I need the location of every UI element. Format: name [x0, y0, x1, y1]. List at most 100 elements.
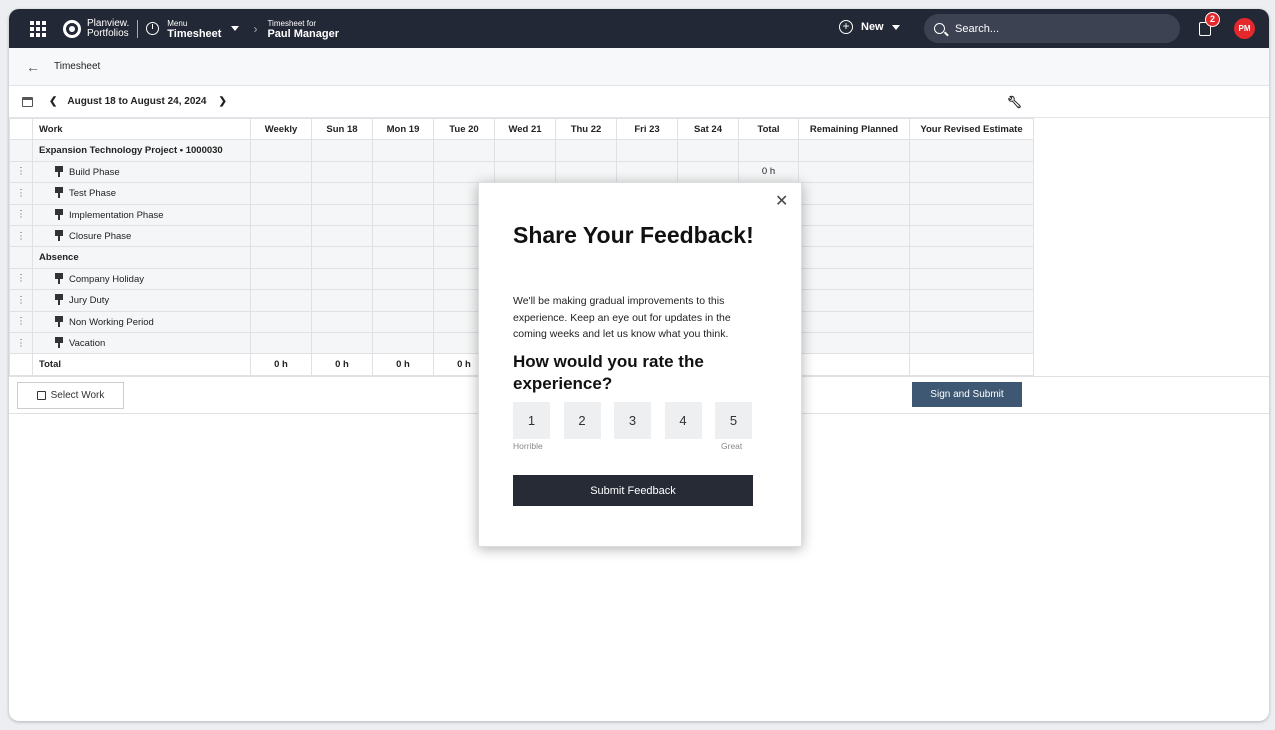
rating-button-4[interactable]: 4 [664, 402, 702, 439]
chevron-down-icon [891, 24, 900, 30]
total-cell: 0 h [311, 353, 373, 376]
time-cell[interactable] [311, 160, 373, 184]
chevron-right-icon[interactable]: ❯ [219, 96, 227, 107]
time-cell[interactable] [555, 160, 617, 184]
avatar[interactable]: PM [1234, 18, 1255, 39]
row-label: Build Phase [69, 166, 120, 178]
chevron-down-icon[interactable] [231, 26, 240, 31]
rating-low-label: Horrible [513, 441, 543, 451]
row-menu-icon[interactable]: ⋮ [9, 289, 33, 312]
submit-feedback-button[interactable]: Submit Feedback [513, 475, 753, 506]
breadcrumb-label: Timesheet for [267, 18, 317, 28]
col-header: Total [738, 117, 799, 141]
row-menu-icon[interactable]: ⋮ [9, 203, 33, 226]
col-header: Wed 21 [494, 117, 556, 141]
period-navigator: ❮ August 18 to August 24, 2024 ❯ 🔧︎ [9, 86, 1269, 118]
total-cell: 0 h [250, 353, 312, 376]
col-header: Your Revised Estimate [909, 117, 1034, 141]
breadcrumb-user: Paul Manager [267, 27, 339, 40]
pin-icon [55, 165, 63, 177]
search-input[interactable]: Search... [924, 14, 1180, 43]
row-menu-icon[interactable]: ⋮ [9, 224, 33, 248]
search-icon [934, 23, 945, 34]
wrench-icon[interactable]: 🔧︎ [1007, 95, 1022, 109]
new-label: New [861, 21, 884, 33]
col-header: Tue 20 [433, 117, 495, 141]
time-cell[interactable] [677, 160, 739, 184]
menu-label: Menu [167, 18, 188, 28]
select-work-button[interactable]: Select Work [17, 382, 124, 409]
col-header: Weekly [250, 117, 312, 141]
plus-circle-icon: + [839, 20, 853, 34]
app-window: Planview. Portfolios Menu Timesheet › Ti… [9, 9, 1269, 721]
pin-icon [55, 187, 63, 199]
top-bar: Planview. Portfolios Menu Timesheet › Ti… [9, 9, 1269, 48]
pin-icon [55, 272, 63, 284]
time-cell[interactable] [372, 160, 434, 184]
calendar-icon[interactable] [22, 96, 33, 107]
pin-icon [55, 230, 63, 242]
modal-title: Share Your Feedback! [513, 222, 754, 248]
col-header: Fri 23 [616, 117, 678, 141]
stopwatch-icon [146, 22, 160, 35]
group-label: Absence [32, 246, 251, 269]
back-arrow-icon[interactable]: ← [26, 59, 40, 75]
chevron-right-icon: › [253, 21, 258, 36]
app-grid-icon[interactable] [29, 20, 47, 38]
row-label: Test Phase [69, 188, 116, 200]
table-group-row: Expansion Technology Project • 1000030 [9, 139, 1034, 162]
col-header: Remaining Planned [798, 117, 910, 141]
time-cell[interactable] [250, 160, 312, 184]
col-header: Sun 18 [311, 117, 373, 141]
time-cell[interactable] [433, 160, 495, 184]
table-row: ⋮ Build Phase 0 h [9, 160, 1034, 184]
select-work-label: Select Work [50, 390, 105, 401]
row-label: Non Working Period [69, 316, 154, 328]
page-title: Timesheet [54, 61, 101, 72]
rating-button-5[interactable]: 5 [715, 402, 752, 439]
col-header: Thu 22 [555, 117, 617, 141]
period-label: August 18 to August 24, 2024 [67, 96, 207, 107]
rating-button-1[interactable]: 1 [513, 402, 550, 439]
group-label: Expansion Technology Project • 1000030 [32, 139, 251, 162]
rating-high-label: Great [721, 441, 743, 451]
rating-button-2[interactable]: 2 [563, 402, 601, 439]
time-cell[interactable] [494, 160, 556, 184]
rating-button-3[interactable]: 3 [614, 402, 651, 439]
total-label: Total [32, 353, 251, 376]
col-header: Mon 19 [372, 117, 434, 141]
row-menu-icon[interactable]: ⋮ [9, 182, 33, 205]
row-menu-icon[interactable]: ⋮ [9, 267, 33, 291]
row-label: Vacation [69, 338, 106, 350]
row-menu-icon[interactable]: ⋮ [9, 160, 33, 184]
pin-icon [55, 294, 63, 306]
chevron-left-icon[interactable]: ❮ [49, 96, 57, 107]
close-icon[interactable]: ✕ [775, 191, 788, 211]
menu-current: Timesheet [167, 27, 222, 40]
breadcrumb: Timesheet for Paul Manager [267, 18, 339, 40]
notifications-button[interactable]: 2 [1199, 12, 1220, 36]
row-menu-icon[interactable]: ⋮ [9, 331, 33, 355]
sign-and-submit-button[interactable]: Sign and Submit [912, 382, 1022, 407]
estimate-cell[interactable] [909, 160, 1034, 184]
total-cell: 0 h [372, 353, 434, 376]
row-menu-icon[interactable]: ⋮ [9, 310, 33, 333]
row-label: Company Holiday [69, 273, 144, 285]
page-header: ← Timesheet [9, 48, 1269, 86]
divider [137, 19, 139, 38]
rating-scale: 1 2 3 4 5 [513, 402, 766, 439]
row-label: Jury Duty [69, 295, 110, 307]
notification-badge: 2 [1205, 12, 1220, 27]
row-total: 0 h [738, 160, 799, 184]
menu-selector[interactable]: Menu Timesheet [167, 18, 221, 40]
planview-logo[interactable]: Planview. Portfolios [63, 18, 129, 39]
new-button[interactable]: + New [839, 20, 900, 34]
col-header: Sat 24 [677, 117, 739, 141]
table-header: Work Weekly Sun 18 Mon 19 Tue 20 Wed 21 … [9, 117, 1034, 141]
rating-question: How would you rate the experience? [513, 352, 704, 393]
search-placeholder: Search... [955, 22, 1000, 35]
feedback-modal: ✕ Share Your Feedback! We'll be making g… [478, 182, 802, 547]
time-cell[interactable] [616, 160, 678, 184]
checkbox-edit-icon [36, 391, 46, 400]
planview-logo-icon [63, 19, 81, 38]
